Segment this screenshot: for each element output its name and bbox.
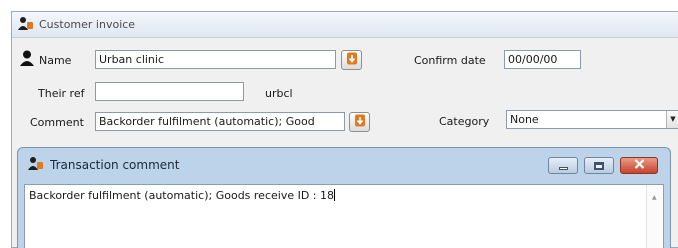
- their-ref-label: Their ref: [38, 87, 85, 100]
- close-icon: [634, 159, 645, 172]
- name-label: Name: [39, 54, 72, 67]
- dialog-title: Transaction comment: [50, 157, 180, 172]
- name-field[interactable]: Urban clinic: [95, 50, 336, 69]
- maximize-icon: [594, 161, 604, 170]
- customer-code: urbcl: [265, 87, 293, 100]
- comment-textarea[interactable]: Backorder fulfilment (automatic); Goods …: [24, 184, 664, 248]
- person-icon: [19, 50, 37, 69]
- scroll-up-icon[interactable]: ▲: [652, 194, 657, 201]
- maximize-button[interactable]: [584, 157, 614, 174]
- comment-field[interactable]: Backorder fulfilment (automatic); Good: [95, 112, 345, 131]
- app-icon: [28, 156, 44, 173]
- vertical-scrollbar[interactable]: ▲: [646, 185, 663, 248]
- app-icon: [18, 16, 34, 33]
- close-button[interactable]: [620, 157, 658, 174]
- category-value: None: [510, 113, 539, 126]
- category-select[interactable]: None ▼: [506, 110, 678, 129]
- text-caret: [334, 189, 336, 201]
- name-pick-button[interactable]: [341, 50, 362, 70]
- dropdown-arrow-icon[interactable]: ▼: [666, 111, 678, 128]
- window-title: Customer invoice: [39, 18, 136, 31]
- minimize-icon: [558, 166, 568, 170]
- confirm-date-field[interactable]: 00/00/00: [504, 50, 581, 69]
- transaction-comment-dialog: Transaction comment Backorder fulfilment…: [17, 147, 671, 248]
- comment-label: Comment: [30, 116, 84, 129]
- pick-arrow-icon: [346, 52, 358, 68]
- confirm-date-label: Confirm date: [414, 54, 486, 67]
- pick-arrow-icon: [354, 114, 366, 130]
- category-label: Category: [439, 115, 490, 128]
- comment-text: Backorder fulfilment (automatic); Goods …: [29, 189, 335, 202]
- comment-pick-button[interactable]: [349, 112, 370, 132]
- their-ref-field[interactable]: [95, 82, 244, 101]
- window-titlebar: Customer invoice: [12, 12, 678, 38]
- minimize-button[interactable]: [548, 157, 578, 174]
